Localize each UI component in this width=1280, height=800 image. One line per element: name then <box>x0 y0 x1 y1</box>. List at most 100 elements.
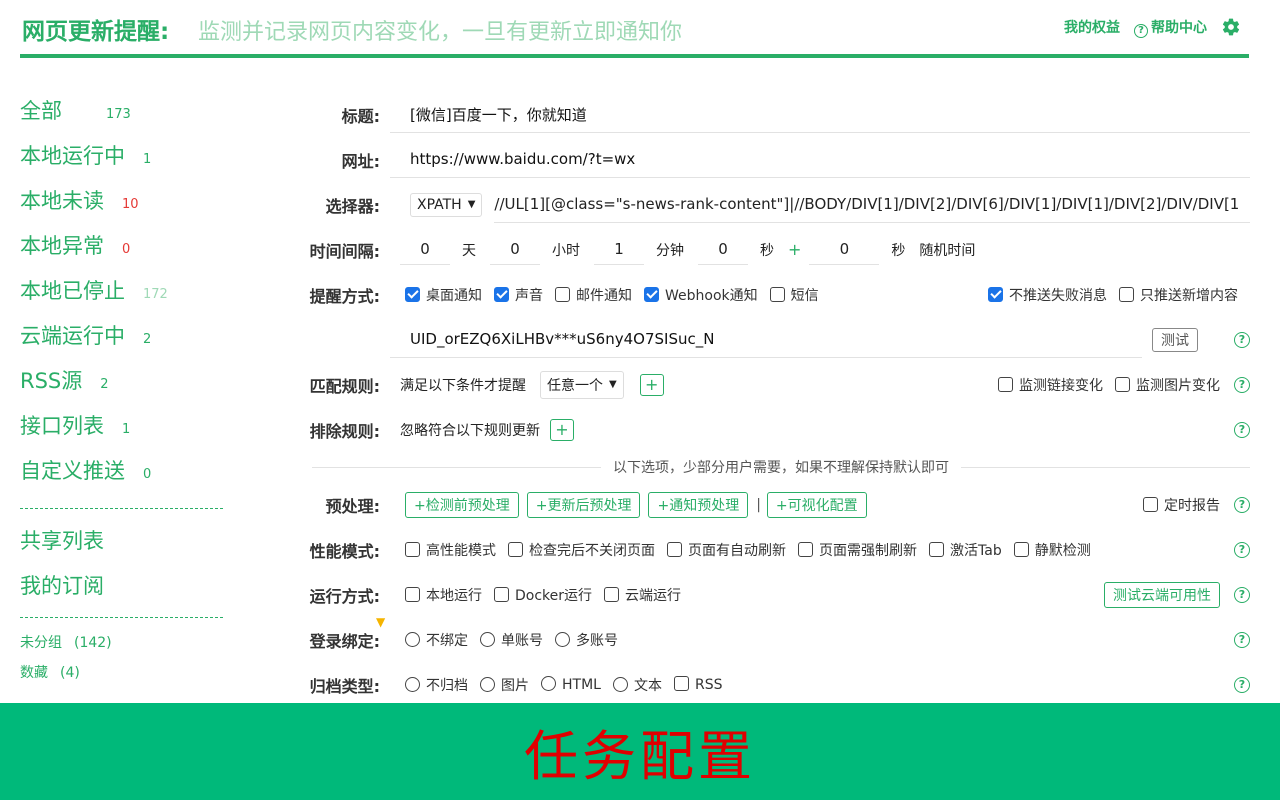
sidebar-item-local-running[interactable]: 本地运行中1 <box>20 140 225 185</box>
local-run-checkbox[interactable]: 本地运行 <box>405 585 482 605</box>
sidebar-item-label: 接口列表 <box>20 410 104 440</box>
login-multi-radio[interactable]: 多账号 <box>555 630 618 650</box>
checkbox-icon <box>798 542 813 557</box>
option-label: 不绑定 <box>426 633 468 649</box>
help-icon[interactable]: ? <box>1234 587 1250 603</box>
only-new-content-checkbox[interactable]: 只推送新增内容 <box>1119 285 1238 305</box>
option-label: Docker运行 <box>515 588 592 604</box>
checkbox-icon <box>1014 542 1029 557</box>
notify-sms-checkbox[interactable]: 短信 <box>770 285 819 305</box>
preprocess-buttons: +检测前预处理 +更新后预处理 +通知预处理 | +可视化配置 <box>390 492 875 518</box>
test-button[interactable]: 测试 <box>1152 328 1198 352</box>
gear-icon[interactable] <box>1221 17 1241 37</box>
help-icon[interactable]: ? <box>1234 677 1250 693</box>
my-rights-link[interactable]: 我的权益 <box>1064 17 1120 37</box>
minutes-input[interactable]: 1 <box>594 234 644 265</box>
help-icon[interactable]: ? <box>1234 542 1250 558</box>
help-center-link[interactable]: ?帮助中心 <box>1134 17 1207 38</box>
pro-badge-icon: ▼ <box>376 615 385 629</box>
option-label: 不归档 <box>426 678 468 694</box>
timed-report-checkbox[interactable]: 定时报告 <box>1143 495 1220 515</box>
sidebar-item-local-unread[interactable]: 本地未读10 <box>20 185 225 230</box>
help-icon[interactable]: ? <box>1234 377 1250 393</box>
archive-html-radio[interactable]: HTML <box>541 676 601 693</box>
url-label: 网址: <box>300 148 390 172</box>
sidebar-item-local-stopped[interactable]: 本地已停止172 <box>20 275 225 320</box>
sidebar-item-local-error[interactable]: 本地异常0 <box>20 230 225 275</box>
activate-tab-checkbox[interactable]: 激活Tab <box>929 540 1002 560</box>
post-update-preprocess-button[interactable]: +更新后预处理 <box>527 492 641 518</box>
exclude-row: 排除规则: 忽略符合以下规则更新 + ? <box>300 407 1250 452</box>
checkbox-icon <box>494 587 509 602</box>
brand-slogan: 监测并记录网页内容变化，一旦有更新立即通知你 <box>198 14 682 46</box>
group-collection[interactable]: 数藏(4) <box>20 658 225 688</box>
cloud-run-checkbox[interactable]: 云端运行 <box>604 585 681 605</box>
sidebar-link-shared[interactable]: 共享列表 <box>20 519 225 564</box>
chevron-down-icon: ▼ <box>468 199 476 210</box>
title-input[interactable]: [微信]百度一下，你就知道 <box>390 97 1250 133</box>
task-config-form: 标题: [微信]百度一下，你就知道 网址: https://www.baidu.… <box>300 92 1250 707</box>
help-icon[interactable]: ? <box>1234 422 1250 438</box>
sidebar-item-all[interactable]: 全部173 <box>20 95 225 140</box>
match-mode-select[interactable]: 任意一个▼ <box>540 371 624 399</box>
archive-none-radio[interactable]: 不归档 <box>405 675 468 695</box>
option-label: 激活Tab <box>950 543 1002 559</box>
docker-run-checkbox[interactable]: Docker运行 <box>494 585 592 605</box>
random-seconds-input[interactable]: 0 <box>809 234 879 265</box>
image-change-checkbox[interactable]: 监测图片变化 <box>1115 375 1220 395</box>
option-label: 监测图片变化 <box>1136 378 1220 394</box>
run-mode-options: 本地运行 Docker运行 云端运行 <box>390 585 693 605</box>
notify-preprocess-button[interactable]: +通知预处理 <box>648 492 748 518</box>
url-input[interactable]: https://www.baidu.com/?t=wx <box>390 142 1250 178</box>
add-match-rule-button[interactable]: + <box>640 374 664 396</box>
sidebar-item-rss[interactable]: RSS源2 <box>20 365 225 410</box>
login-options: 不绑定 单账号 多账号 <box>390 630 630 650</box>
pre-check-preprocess-button[interactable]: +检测前预处理 <box>405 492 519 518</box>
high-performance-checkbox[interactable]: 高性能模式 <box>405 540 496 560</box>
help-icon[interactable]: ? <box>1234 632 1250 648</box>
group-count: (142) <box>74 635 112 651</box>
help-icon[interactable]: ? <box>1234 332 1250 348</box>
sidebar-item-api-list[interactable]: 接口列表1 <box>20 410 225 455</box>
notify-webhook-checkbox[interactable]: Webhook通知 <box>644 285 758 305</box>
checkbox-checked-icon <box>988 287 1003 302</box>
add-exclude-rule-button[interactable]: + <box>550 419 574 441</box>
no-fail-message-checkbox[interactable]: 不推送失败消息 <box>988 285 1107 305</box>
visual-config-button[interactable]: +可视化配置 <box>767 492 867 518</box>
seconds-input[interactable]: 0 <box>698 234 748 265</box>
archive-text-radio[interactable]: 文本 <box>613 675 662 695</box>
option-label: 短信 <box>791 288 819 304</box>
sidebar-item-cloud-running[interactable]: 云端运行中2 <box>20 320 225 365</box>
days-unit: 天 <box>462 240 476 260</box>
sidebar-item-custom-push[interactable]: 自定义推送0 <box>20 455 225 500</box>
sidebar-divider <box>20 508 223 509</box>
notify-email-checkbox[interactable]: 邮件通知 <box>555 285 632 305</box>
login-none-radio[interactable]: 不绑定 <box>405 630 468 650</box>
seconds-unit: 秒 <box>760 240 774 260</box>
notify-desktop-checkbox[interactable]: 桌面通知 <box>405 285 482 305</box>
force-refresh-checkbox[interactable]: 页面需强制刷新 <box>798 540 917 560</box>
sidebar-item-label: 云端运行中 <box>20 320 125 350</box>
test-cloud-button[interactable]: 测试云端可用性 <box>1104 582 1220 608</box>
days-input[interactable]: 0 <box>400 234 450 265</box>
archive-rss-checkbox[interactable]: RSS <box>674 676 723 693</box>
question-icon: ? <box>1134 24 1148 38</box>
archive-image-radio[interactable]: 图片 <box>480 675 529 695</box>
help-icon[interactable]: ? <box>1234 497 1250 513</box>
silent-check-checkbox[interactable]: 静默检测 <box>1014 540 1091 560</box>
keep-page-open-checkbox[interactable]: 检查完后不关闭页面 <box>508 540 655 560</box>
login-single-radio[interactable]: 单账号 <box>480 630 543 650</box>
group-ungrouped[interactable]: 未分组(142) <box>20 628 225 658</box>
webhook-uid-input[interactable]: UID_orEZQ6XiLHBv***uS6ny4O7SISuc_N <box>390 322 1142 358</box>
auto-refresh-checkbox[interactable]: 页面有自动刷新 <box>667 540 786 560</box>
sidebar-item-label: 全部 <box>20 95 98 125</box>
sidebar-item-count: 10 <box>122 197 139 212</box>
option-label: 本地运行 <box>426 588 482 604</box>
notify-sound-checkbox[interactable]: 声音 <box>494 285 543 305</box>
hours-input[interactable]: 0 <box>490 234 540 265</box>
selector-input[interactable]: //UL[1][@class="s-news-rank-content"]|//… <box>494 187 1250 223</box>
link-change-checkbox[interactable]: 监测链接变化 <box>998 375 1103 395</box>
sidebar-link-subscriptions[interactable]: 我的订阅 <box>20 564 225 609</box>
webhook-uid-row: UID_orEZQ6XiLHBv***uS6ny4O7SISuc_N 测试 ? <box>300 317 1250 362</box>
selector-type-select[interactable]: XPATH▼ <box>410 193 482 217</box>
